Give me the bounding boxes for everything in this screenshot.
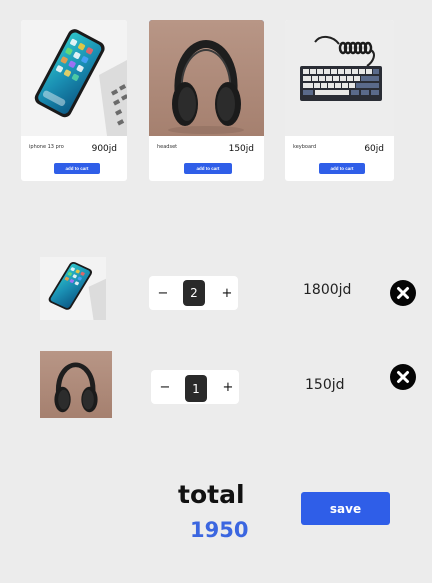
quantity-value[interactable]: 2 — [183, 280, 205, 306]
decrement-button[interactable]: − — [154, 370, 176, 404]
product-price: 900jd — [91, 144, 117, 154]
cart-item-image-iphone — [40, 257, 106, 320]
quantity-stepper: − 2 + — [149, 276, 238, 310]
close-circle-icon[interactable] — [390, 364, 416, 390]
product-card-iphone: iphone 13 pro 900jd add to cart — [21, 20, 127, 181]
add-to-cart-button[interactable]: add to cart — [319, 163, 365, 174]
keyboard-image — [285, 20, 394, 136]
add-to-cart-button[interactable]: add to cart — [184, 163, 232, 174]
increment-button[interactable]: + — [217, 370, 239, 404]
quantity-value[interactable]: 1 — [185, 375, 207, 402]
add-to-cart-button[interactable]: add to cart — [54, 163, 100, 174]
product-info: keyboard 60jd add to cart — [285, 140, 394, 181]
product-card-keyboard: keyboard 60jd add to cart — [285, 20, 394, 181]
total-value: 1950 — [190, 518, 249, 542]
quantity-stepper: − 1 + — [151, 370, 239, 404]
save-button[interactable]: save — [301, 492, 390, 525]
product-name: keyboard — [293, 144, 317, 150]
cart-item-image-headset — [40, 351, 112, 418]
close-circle-icon[interactable] — [390, 280, 416, 306]
total-label: total — [178, 480, 245, 509]
line-total: 150jd — [305, 377, 345, 393]
increment-button[interactable]: + — [216, 276, 238, 310]
iphone-image — [21, 20, 127, 136]
headphones-image — [149, 20, 264, 136]
decrement-button[interactable]: − — [152, 276, 174, 310]
product-info: iphone 13 pro 900jd add to cart — [21, 140, 127, 181]
product-info: headset 150jd add to cart — [149, 140, 264, 181]
product-price: 150jd — [228, 144, 254, 154]
product-price: 60jd — [364, 144, 384, 154]
product-name: headset — [157, 144, 178, 150]
product-card-headset: headset 150jd add to cart — [149, 20, 264, 181]
product-name: iphone 13 pro — [29, 144, 64, 150]
line-total: 1800jd — [303, 282, 352, 298]
